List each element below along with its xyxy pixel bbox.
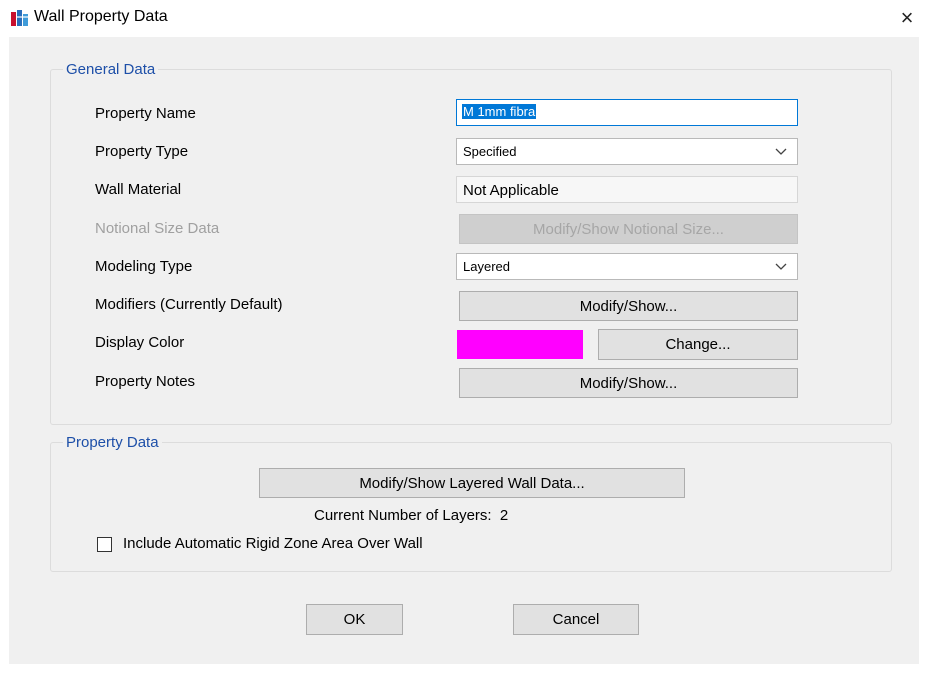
display-color-swatch[interactable]: [457, 330, 583, 359]
ok-button[interactable]: OK: [306, 604, 403, 635]
app-icon: [11, 10, 28, 26]
title-bar: Wall Property Data ×: [0, 0, 930, 36]
modeling-type-value: Layered: [463, 259, 510, 274]
wall-material-field: Not Applicable: [456, 176, 798, 203]
notional-size-label: Notional Size Data: [95, 220, 220, 237]
modifiers-button[interactable]: Modify/Show...: [459, 291, 798, 321]
change-color-button[interactable]: Change...: [598, 329, 798, 360]
property-name-label: Property Name: [95, 105, 196, 122]
rigid-zone-checkbox[interactable]: [97, 537, 112, 552]
property-name-value: M 1mm fibra: [462, 104, 537, 119]
property-name-input[interactable]: M 1mm fibra: [456, 99, 798, 126]
cancel-button[interactable]: Cancel: [513, 604, 639, 635]
chevron-down-icon: [775, 263, 787, 270]
chevron-down-icon: [775, 148, 787, 155]
modeling-type-select[interactable]: Layered: [456, 253, 798, 280]
wall-material-label: Wall Material: [95, 181, 182, 198]
property-notes-label: Property Notes: [95, 373, 196, 390]
notional-size-button[interactable]: Modify/Show Notional Size...: [459, 214, 798, 244]
property-type-select[interactable]: Specified: [456, 138, 798, 165]
dialog-body: General Data Property Name M 1mm fibra P…: [9, 37, 919, 664]
general-data-legend: General Data: [66, 61, 156, 78]
rigid-zone-label: Include Automatic Rigid Zone Area Over W…: [123, 535, 423, 552]
wall-material-value: Not Applicable: [463, 182, 559, 199]
layered-wall-data-button[interactable]: Modify/Show Layered Wall Data...: [259, 468, 685, 498]
layers-count-text: Current Number of Layers: 2: [314, 507, 509, 524]
modifiers-label: Modifiers (Currently Default): [95, 296, 283, 313]
modeling-type-label: Modeling Type: [95, 258, 193, 275]
property-type-label: Property Type: [95, 143, 189, 160]
property-data-legend: Property Data: [66, 434, 159, 451]
window-title: Wall Property Data: [34, 8, 168, 25]
property-type-value: Specified: [463, 144, 517, 159]
close-icon[interactable]: ×: [892, 4, 922, 32]
display-color-label: Display Color: [95, 334, 185, 351]
property-notes-button[interactable]: Modify/Show...: [459, 368, 798, 398]
